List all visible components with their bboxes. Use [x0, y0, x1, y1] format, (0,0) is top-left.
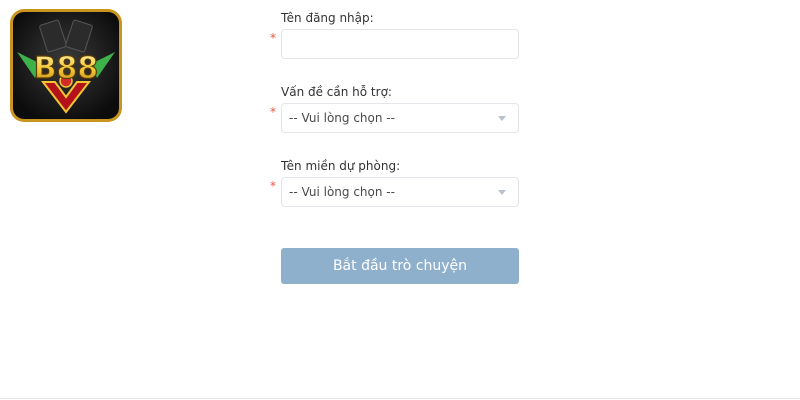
username-label: Tên đăng nhập:	[281, 11, 374, 25]
chevron-down-icon	[498, 116, 506, 121]
support-issue-select[interactable]: -- Vui lòng chọn --	[281, 103, 519, 133]
support-issue-selected-value: -- Vui lòng chọn --	[289, 111, 395, 125]
support-issue-required-mark: *	[270, 105, 276, 119]
bottom-divider	[0, 398, 800, 399]
backup-domain-label: Tên miền dự phòng:	[281, 159, 401, 173]
support-issue-label: Vấn đề cần hỗ trợ:	[281, 85, 392, 99]
username-input[interactable]	[281, 29, 519, 59]
backup-domain-selected-value: -- Vui lòng chọn --	[289, 185, 395, 199]
chevron-down-icon	[498, 190, 506, 195]
username-required-mark: *	[270, 31, 276, 45]
start-chat-button[interactable]: Bắt đầu trò chuyện	[281, 248, 519, 284]
b88-logo-art: B88	[13, 12, 119, 119]
backup-domain-select[interactable]: -- Vui lòng chọn --	[281, 177, 519, 207]
backup-domain-required-mark: *	[270, 179, 276, 193]
b88-logo: B88	[10, 9, 122, 122]
b88-logo-text: B88	[34, 51, 99, 86]
